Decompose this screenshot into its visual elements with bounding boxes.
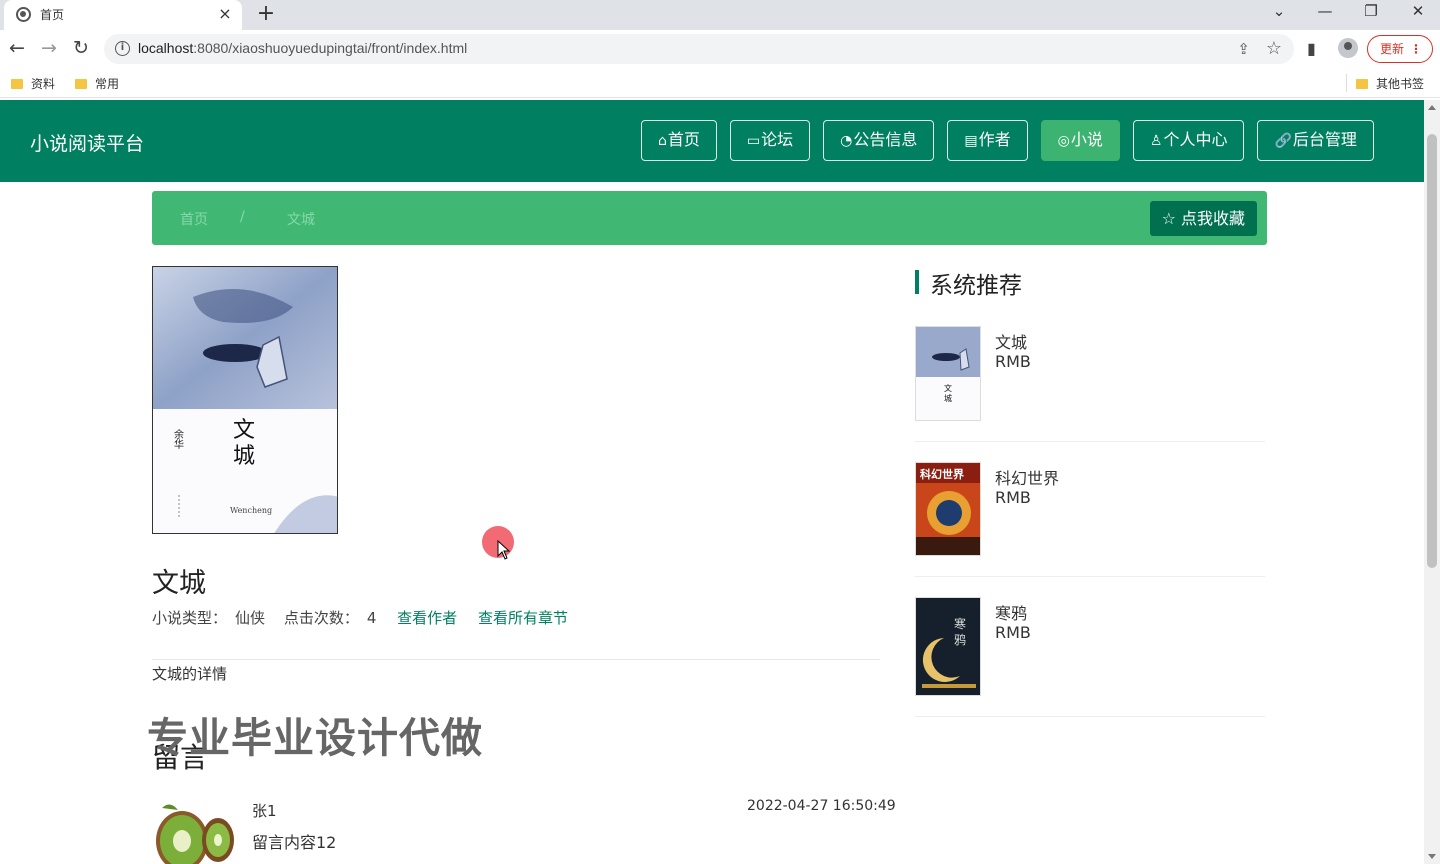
divider <box>915 441 1265 442</box>
profile-avatar[interactable] <box>1338 38 1358 58</box>
main-nav: ⌂首页 ▭论坛 ◔公告信息 ▤作者 ◎小说 ♙个人中心 🔗后台管理 <box>641 120 1374 161</box>
favorite-button[interactable]: ☆ 点我收藏 <box>1149 201 1257 236</box>
svg-text:文: 文 <box>944 383 952 393</box>
menu-dots-icon: ⋮ <box>1410 42 1422 56</box>
divider <box>915 716 1265 717</box>
breadcrumb-home[interactable]: 首页 <box>180 209 208 229</box>
recommend-title: 系统推荐 <box>915 266 1022 300</box>
scroll-down-icon[interactable] <box>1428 854 1436 859</box>
bookmark-star-icon[interactable]: ☆ <box>1266 38 1282 59</box>
view-author-link[interactable]: 查看作者 <box>397 609 457 627</box>
nav-admin[interactable]: 🔗后台管理 <box>1257 120 1374 161</box>
svg-text:城: 城 <box>944 394 952 403</box>
site-info-icon[interactable]: i <box>115 41 130 56</box>
nav-novel[interactable]: ◎小说 <box>1040 120 1120 161</box>
recommend-name[interactable]: 文城 <box>995 329 1027 353</box>
folder-icon <box>11 79 23 89</box>
forward-icon[interactable]: → <box>37 36 61 60</box>
folder-icon <box>1356 79 1368 89</box>
svg-text:余华: 余华 <box>172 428 184 450</box>
book-cover-image: 余华 文 城 Wencheng <box>152 266 338 534</box>
comment-user: 张1 <box>252 802 277 820</box>
comment-avatar <box>152 796 242 864</box>
tab-close-icon[interactable]: × <box>216 4 234 23</box>
browser-tabstrip: 首页 × + ⌄ — ❐ ✕ <box>0 0 1440 30</box>
scroll-up-icon[interactable] <box>1428 105 1436 110</box>
recommend-cover[interactable]: 寒 鸦 <box>915 597 981 696</box>
link-icon: 🔗 <box>1274 133 1292 149</box>
bookmarks-bar: 资料 常用 其他书签 <box>0 68 1440 98</box>
back-icon[interactable]: ← <box>5 36 29 60</box>
recommend-cover[interactable]: 科幻世界 <box>915 462 981 556</box>
bookmark-folder-changyong[interactable]: 常用 <box>75 75 119 92</box>
type-label: 小说类型： <box>152 609 228 627</box>
page-scrollbar[interactable] <box>1424 100 1440 864</box>
clicks-value: 4 <box>366 609 377 627</box>
chat-icon: ▭ <box>746 133 761 149</box>
divider <box>152 659 880 660</box>
side-panel-icon[interactable]: ▮ <box>1307 39 1316 58</box>
tab-title: 首页 <box>40 8 65 22</box>
bookmarks-separator <box>1346 74 1347 92</box>
divider <box>915 576 1265 577</box>
url-text: localhost:8080/xiaoshuoyuedupingtai/fron… <box>138 40 468 56</box>
site-header: 小说阅读平台 ⌂首页 ▭论坛 ◔公告信息 ▤作者 ◎小说 ♙个人中心 🔗后台管理 <box>0 100 1424 182</box>
document-icon: ▤ <box>964 133 978 149</box>
recommend-price: RMB <box>995 488 1031 507</box>
reload-icon[interactable]: ↻ <box>69 36 93 60</box>
update-button[interactable]: 更新 ⋮ <box>1367 35 1433 63</box>
comment-content: 留言内容12 <box>252 833 337 852</box>
type-value: 仙侠 <box>235 609 266 627</box>
bookmark-folder-ziliao[interactable]: 资料 <box>11 75 55 92</box>
svg-text:寒: 寒 <box>954 616 966 631</box>
book-meta: 小说类型： 仙侠 点击次数： 4 查看作者 查看所有章节 <box>152 607 576 628</box>
breadcrumb-separator: / <box>240 209 245 225</box>
bookmark-folder-other[interactable]: 其他书签 <box>1356 75 1424 92</box>
minimize-button[interactable]: — <box>1313 2 1337 20</box>
mouse-cursor-icon <box>497 540 511 560</box>
browser-tab[interactable]: 首页 × <box>4 0 242 30</box>
recommend-name[interactable]: 科幻世界 <box>995 465 1059 489</box>
svg-text:文: 文 <box>233 418 255 443</box>
nav-notice[interactable]: ◔公告信息 <box>823 120 935 161</box>
nav-forum[interactable]: ▭论坛 <box>729 120 811 161</box>
recommend-price: RMB <box>995 352 1031 371</box>
scrollbar-thumb[interactable] <box>1427 134 1437 568</box>
address-bar[interactable]: i localhost:8080/xiaoshuoyuedupingtai/fr… <box>104 34 1294 64</box>
recommend-name[interactable]: 寒鸦 <box>995 600 1027 624</box>
svg-text:Wencheng: Wencheng <box>230 506 272 515</box>
recommend-price: RMB <box>995 623 1031 642</box>
new-tab-button[interactable]: + <box>256 1 276 26</box>
close-window-button[interactable]: ✕ <box>1406 2 1430 20</box>
recommend-cover[interactable]: 文 城 <box>915 326 981 421</box>
share-icon[interactable]: ⇪ <box>1237 40 1250 58</box>
book-detail: 文城的详情 <box>152 665 228 683</box>
svg-text:鸦: 鸦 <box>954 632 966 647</box>
restore-button[interactable]: ❐ <box>1359 2 1383 20</box>
globe-icon <box>16 7 31 22</box>
site-title: 小说阅读平台 <box>30 133 145 155</box>
gauge-icon: ◔ <box>840 133 853 149</box>
page-viewport: 小说阅读平台 ⌂首页 ▭论坛 ◔公告信息 ▤作者 ◎小说 ♙个人中心 🔗后台管理… <box>0 100 1424 864</box>
home-icon: ⌂ <box>658 133 667 149</box>
user-icon: ♙ <box>1149 133 1163 149</box>
tab-search-icon[interactable]: ⌄ <box>1267 2 1291 20</box>
browser-toolbar: ← → ↻ i localhost:8080/xiaoshuoyueduping… <box>0 30 1440 68</box>
book-title: 文城 <box>152 568 206 599</box>
breadcrumb-current: 文城 <box>287 212 315 228</box>
breadcrumb: 首页 / 文城 ☆ 点我收藏 <box>152 191 1267 245</box>
nav-home[interactable]: ⌂首页 <box>641 120 717 161</box>
svg-text:科幻世界: 科幻世界 <box>920 467 964 481</box>
clicks-label: 点击次数： <box>283 609 359 627</box>
nav-author[interactable]: ▤作者 <box>947 120 1028 161</box>
view-chapters-link[interactable]: 查看所有章节 <box>478 609 568 627</box>
folder-icon <box>75 79 87 89</box>
comment-time: 2022-04-27 16:50:49 <box>747 798 896 814</box>
watermark: 专业毕业设计代做 <box>147 714 483 762</box>
nav-user-center[interactable]: ♙个人中心 <box>1132 120 1245 161</box>
svg-text:城: 城 <box>233 444 255 469</box>
compass-icon: ◎ <box>1057 133 1070 149</box>
